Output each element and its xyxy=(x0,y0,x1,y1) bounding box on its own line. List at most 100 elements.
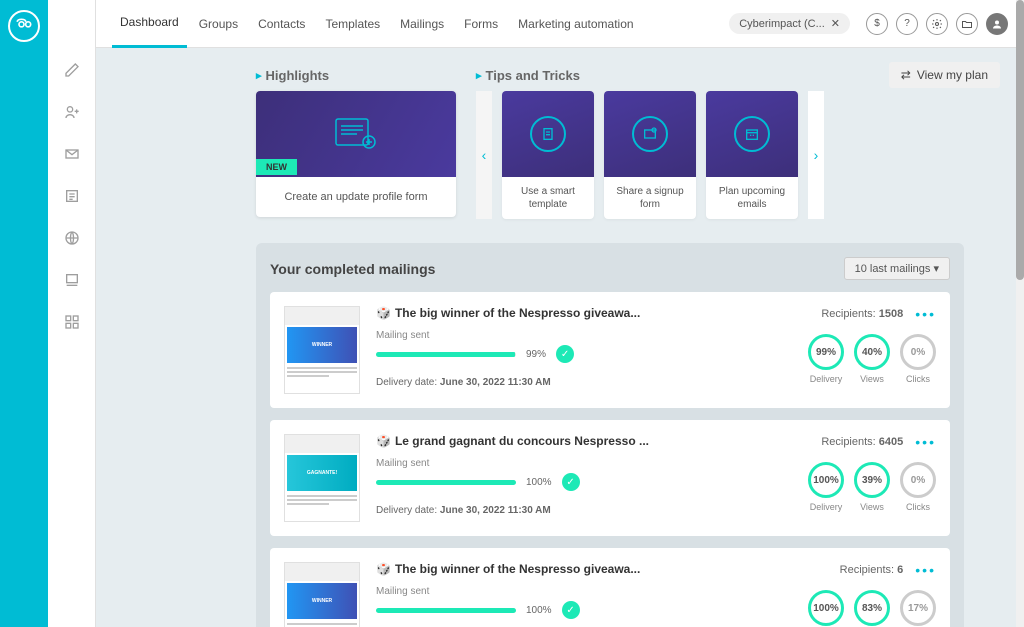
recipients-count: Recipients: 6405 xyxy=(821,436,903,448)
mail-icon[interactable] xyxy=(62,144,82,164)
tips-next-arrow[interactable]: › xyxy=(808,91,824,219)
gauge-label: Views xyxy=(860,374,884,384)
metric-gauge: 17% Clicks xyxy=(900,590,936,627)
more-actions-icon[interactable]: ••• xyxy=(915,562,936,578)
check-icon: ✓ xyxy=(562,601,580,619)
gauge-value: 0% xyxy=(900,334,936,370)
account-selector[interactable]: Cyberimpact (C... ✕ xyxy=(729,13,850,34)
metric-gauge: 40% Views xyxy=(854,334,890,384)
progress-bar xyxy=(376,480,516,485)
mailing-status: Mailing sent xyxy=(376,586,792,597)
mailing-status: Mailing sent xyxy=(376,330,792,341)
user-icon[interactable] xyxy=(986,13,1008,35)
mailing-title[interactable]: 🎲The big winner of the Nespresso giveawa… xyxy=(376,306,792,320)
gauge-label: Delivery xyxy=(810,502,843,512)
mailings-filter-dropdown[interactable]: 10 last mailings ▾ xyxy=(844,257,950,280)
metric-gauge: 100% Delivery xyxy=(808,462,844,512)
add-contact-icon[interactable] xyxy=(62,102,82,122)
mailing-card: WINNER 🎲The big winner of the Nespresso … xyxy=(270,548,950,627)
mailing-title[interactable]: 🎲The big winner of the Nespresso giveawa… xyxy=(376,562,792,576)
completed-mailings-panel: Your completed mailings 10 last mailings… xyxy=(256,243,964,627)
gauge-value: 39% xyxy=(854,462,890,498)
brand-logo[interactable] xyxy=(8,10,40,42)
dashboard-content: ⇄ View my plan Highlights NEW Create an … xyxy=(96,48,1024,627)
gauge-label: Delivery xyxy=(810,374,843,384)
tip-card[interactable]: Plan upcoming emails xyxy=(706,91,798,219)
tips-section: Tips and Tricks ‹ Use a smart template S… xyxy=(476,68,824,219)
highlight-card[interactable]: NEW Create an update profile form xyxy=(256,91,456,217)
mailing-thumbnail[interactable]: WINNER xyxy=(284,562,360,627)
gauge-value: 99% xyxy=(808,334,844,370)
gauge-value: 17% xyxy=(900,590,936,626)
tip-label: Use a smart template xyxy=(502,177,594,219)
account-label: Cyberimpact (C... xyxy=(739,18,825,30)
gauge-value: 83% xyxy=(854,590,890,626)
progress-percent: 99% xyxy=(526,349,546,360)
share-window-icon xyxy=(632,116,668,152)
mailing-title[interactable]: 🎲Le grand gagnant du concours Nespresso … xyxy=(376,434,792,448)
mailing-card: WINNER 🎲The big winner of the Nespresso … xyxy=(270,292,950,408)
dice-icon: 🎲 xyxy=(376,306,391,320)
progress-bar xyxy=(376,608,516,613)
nav-groups[interactable]: Groups xyxy=(191,0,246,48)
gauge-label: Clicks xyxy=(906,502,930,512)
gauge-value: 0% xyxy=(900,462,936,498)
gauge-label: Views xyxy=(860,502,884,512)
mailing-card: GAGNANTE! 🎲Le grand gagnant du concours … xyxy=(270,420,950,536)
nav-contacts[interactable]: Contacts xyxy=(250,0,313,48)
globe-icon[interactable] xyxy=(62,228,82,248)
delivery-date: Delivery date: June 30, 2022 11:30 AM xyxy=(376,505,792,516)
brand-bar xyxy=(0,0,48,627)
highlights-title: Highlights xyxy=(256,68,456,83)
mailing-thumbnail[interactable]: GAGNANTE! xyxy=(284,434,360,522)
mailings-section-title: Your completed mailings xyxy=(270,261,435,277)
metric-gauge: 99% Delivery xyxy=(808,334,844,384)
metric-gauge: 100% Delivery xyxy=(808,590,844,627)
more-actions-icon[interactable]: ••• xyxy=(915,306,936,322)
tips-prev-arrow[interactable]: ‹ xyxy=(476,91,492,219)
mailing-thumbnail[interactable]: WINNER xyxy=(284,306,360,394)
gauge-value: 40% xyxy=(854,334,890,370)
gear-icon[interactable] xyxy=(926,13,948,35)
nav-forms[interactable]: Forms xyxy=(456,0,506,48)
metric-gauge: 39% Views xyxy=(854,462,890,512)
delivery-date: Delivery date: June 30, 2022 11:30 AM xyxy=(376,377,792,388)
page-scrollbar[interactable] xyxy=(1016,0,1024,627)
new-badge: NEW xyxy=(256,159,297,175)
edit-icon[interactable] xyxy=(62,60,82,80)
dashboard-icon[interactable] xyxy=(62,312,82,332)
form-icon[interactable] xyxy=(62,270,82,290)
chevron-down-icon: ▾ xyxy=(933,263,939,275)
dollar-icon[interactable]: $ xyxy=(866,13,888,35)
tip-card[interactable]: Use a smart template xyxy=(502,91,594,219)
highlight-label: Create an update profile form xyxy=(256,177,456,217)
nav-templates[interactable]: Templates xyxy=(317,0,388,48)
check-icon: ✓ xyxy=(562,473,580,491)
nav-dashboard[interactable]: Dashboard xyxy=(112,0,187,48)
template-icon[interactable] xyxy=(62,186,82,206)
progress-percent: 100% xyxy=(526,605,552,616)
document-icon xyxy=(530,116,566,152)
check-icon: ✓ xyxy=(556,345,574,363)
dice-icon: 🎲 xyxy=(376,434,391,448)
tip-label: Share a signup form xyxy=(604,177,696,219)
nav-mailings[interactable]: Mailings xyxy=(392,0,452,48)
metric-gauge: 83% Views xyxy=(854,590,890,627)
recipients-count: Recipients: 6 xyxy=(840,564,904,576)
swap-icon: ⇄ xyxy=(901,68,911,82)
help-icon[interactable]: ? xyxy=(896,13,918,35)
highlights-section: Highlights NEW Create an update profile … xyxy=(256,68,456,219)
progress-percent: 100% xyxy=(526,477,552,488)
recipients-count: Recipients: 1508 xyxy=(821,308,903,320)
folder-icon[interactable] xyxy=(956,13,978,35)
close-icon[interactable]: ✕ xyxy=(831,17,840,30)
tip-card[interactable]: Share a signup form xyxy=(604,91,696,219)
dice-icon: 🎲 xyxy=(376,562,391,576)
gauge-value: 100% xyxy=(808,590,844,626)
mailing-status: Mailing sent xyxy=(376,458,792,469)
view-plan-button[interactable]: ⇄ View my plan xyxy=(889,62,1000,88)
calendar-icon xyxy=(734,116,770,152)
gauge-value: 100% xyxy=(808,462,844,498)
more-actions-icon[interactable]: ••• xyxy=(915,434,936,450)
nav-automation[interactable]: Marketing automation xyxy=(510,0,641,48)
